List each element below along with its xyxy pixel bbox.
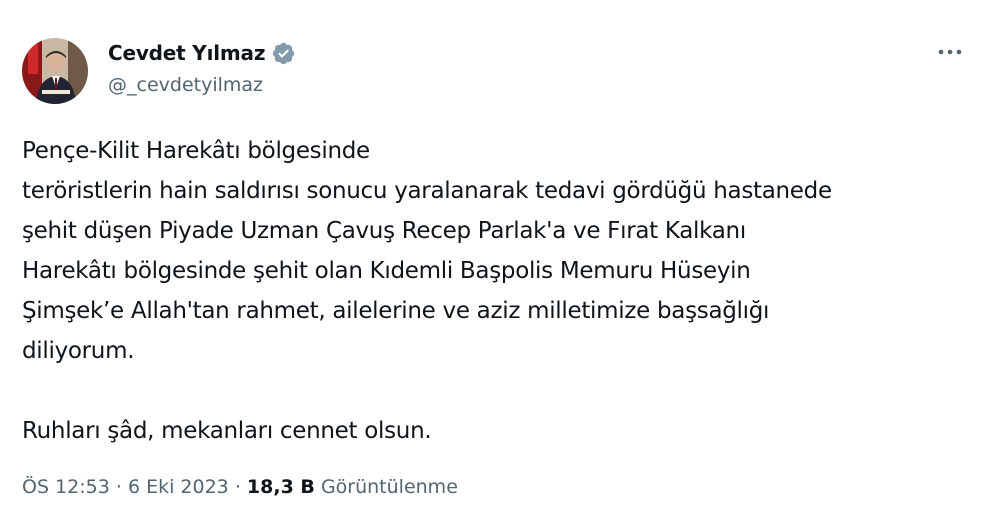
tweet-text: Pençe-Kilit Harekâtı bölgesinde terörist… xyxy=(22,131,952,451)
views-label: Görüntülenme xyxy=(320,476,458,498)
tweet-text-line: Pençe-Kilit Harekâtı bölgesinde xyxy=(22,138,370,164)
more-options-icon[interactable] xyxy=(935,40,965,64)
tweet-meta: ÖS 12:53 · 6 Eki 2023 · 18,3 B Görüntüle… xyxy=(22,476,458,498)
tweet-time: ÖS 12:53 xyxy=(22,476,110,498)
avatar[interactable] xyxy=(22,38,88,104)
tweet-time-link[interactable]: ÖS 12:53 · 6 Eki 2023 xyxy=(22,476,229,498)
tweet-closing-line: Ruhları şâd, mekanları cennet olsun. xyxy=(22,418,432,444)
author-handle[interactable]: @_cevdetyilmaz xyxy=(108,74,263,96)
tweet-text-line: şehit düşen Piyade Uzman Çavuş Recep Par… xyxy=(22,218,746,244)
author-display-name[interactable]: Cevdet Yılmaz xyxy=(108,41,265,65)
tweet-card: Cevdet Yılmaz @_cevdetyilmaz Pençe-Kilit… xyxy=(0,0,987,520)
author-name-row: Cevdet Yılmaz xyxy=(108,38,296,68)
views-count: 18,3 B xyxy=(246,476,315,498)
tweet-text-line: teröristlerin hain saldırısı sonucu yara… xyxy=(22,178,832,204)
tweet-text-line: Şimşek’e Allah'tan rahmet, ailelerine ve… xyxy=(22,298,770,324)
meta-separator: · xyxy=(234,476,241,498)
tweet-text-line: Harekâtı bölgesinde şehit olan Kıdemli B… xyxy=(22,258,751,284)
meta-separator: · xyxy=(115,476,122,498)
verified-badge-icon[interactable] xyxy=(271,41,296,66)
tweet-text-line: diliyorum. xyxy=(22,338,135,364)
tweet-date: 6 Eki 2023 xyxy=(127,476,229,498)
